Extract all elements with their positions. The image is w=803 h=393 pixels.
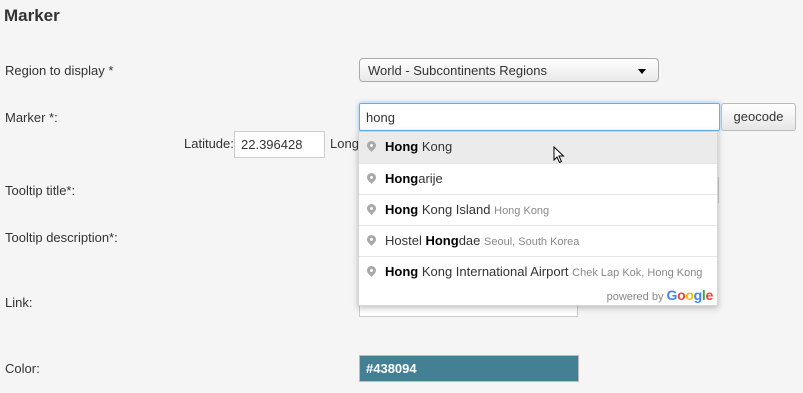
map-pin-icon: [365, 233, 378, 246]
suggestion-rest: Kong: [418, 139, 453, 154]
google-logo: Google: [666, 287, 714, 303]
latitude-label: Latitude:: [184, 136, 234, 151]
map-pin-icon: [365, 202, 378, 215]
suggestion-rest: Kong Island: [418, 202, 491, 217]
suggestion-item[interactable]: Hostel Hongdae Seoul, South Korea: [359, 225, 717, 256]
latitude-input[interactable]: [234, 131, 325, 158]
suggestion-match: Hong: [425, 233, 459, 248]
tooltip-title-label: Tooltip title*:: [5, 183, 76, 198]
map-pin-icon: [365, 171, 378, 184]
powered-by-google: powered by Google: [606, 287, 714, 303]
suggestion-match: Hong: [385, 202, 419, 217]
link-label: Link:: [5, 295, 33, 310]
suggestion-prefix: Hostel: [385, 233, 426, 248]
suggestion-secondary: Hong Kong: [494, 205, 550, 217]
suggestion-match: Hong: [385, 264, 419, 279]
caret-down-icon: [638, 69, 646, 74]
suggestion-rest: arije: [418, 171, 443, 186]
suggestion-secondary: Seoul, South Korea: [484, 236, 580, 248]
geocode-button[interactable]: geocode: [721, 103, 796, 131]
suggestion-rest: dae: [458, 233, 481, 248]
region-select[interactable]: World - Subcontinents Regions: [359, 58, 659, 82]
section-title: Marker: [4, 6, 60, 25]
powered-by-text: powered by: [606, 291, 664, 303]
map-pin-icon: [365, 264, 378, 277]
suggestion-item[interactable]: Hong Kong International Airport Chek Lap…: [359, 256, 717, 287]
color-label: Color:: [5, 361, 40, 376]
suggestion-item[interactable]: Hongarije: [359, 163, 717, 194]
marker-search-input[interactable]: [359, 103, 720, 131]
region-label: Region to display *: [5, 63, 114, 78]
color-picker-input[interactable]: #438094: [359, 355, 579, 382]
region-select-value: World - Subcontinents Regions: [368, 63, 547, 78]
suggestion-item[interactable]: Hong Kong Island Hong Kong: [359, 194, 717, 225]
marker-label: Marker *:: [5, 110, 58, 125]
mouse-cursor-icon: [553, 146, 565, 164]
autocomplete-dropdown: Hong Kong Hongarije Hong Kong Island Hon…: [358, 131, 718, 306]
suggestion-match: Hong: [385, 139, 419, 154]
tooltip-description-label: Tooltip description*:: [5, 230, 118, 245]
suggestion-rest: Kong International Airport: [418, 264, 569, 279]
suggestion-match: Hong: [385, 171, 419, 186]
suggestion-item[interactable]: Hong Kong: [359, 132, 717, 163]
map-pin-icon: [365, 139, 378, 152]
suggestion-secondary: Chek Lap Kok, Hong Kong: [572, 267, 703, 279]
